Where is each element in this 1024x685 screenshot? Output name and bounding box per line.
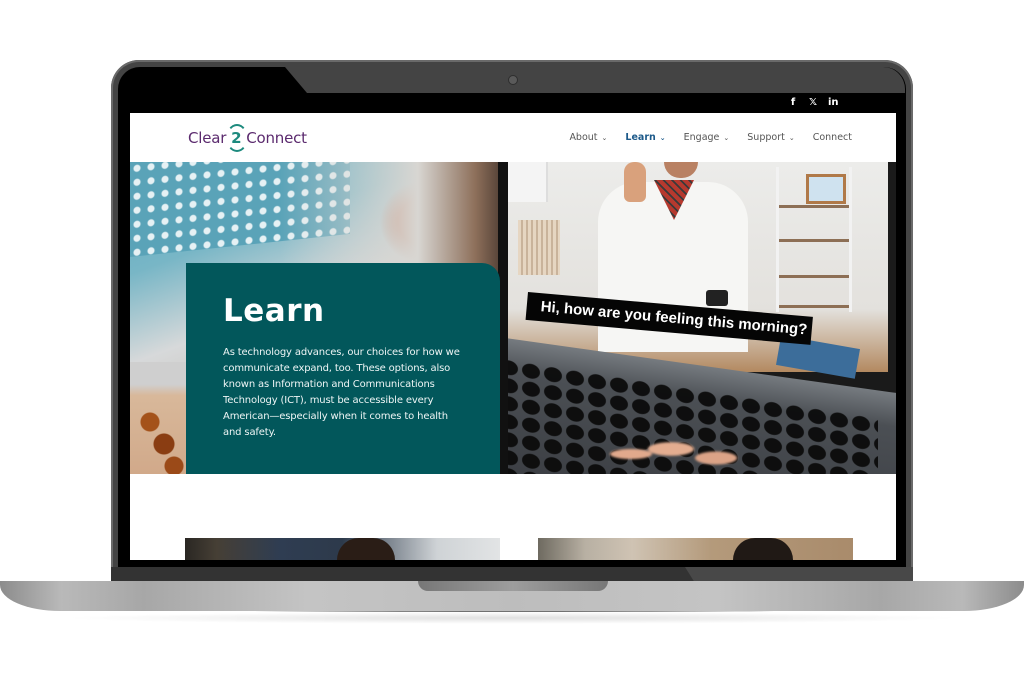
site-header: Clear 2 Connect About ⌄ Learn ⌄ Engage ⌄… bbox=[130, 113, 896, 162]
nav-label: Engage bbox=[683, 132, 720, 143]
social-topbar: f 𝕏 in bbox=[130, 93, 896, 113]
webcam-icon bbox=[508, 75, 518, 85]
facebook-icon[interactable]: f bbox=[788, 98, 798, 108]
wristwatch bbox=[706, 290, 728, 306]
article-thumbnail[interactable] bbox=[538, 538, 853, 560]
chevron-down-icon: ⌄ bbox=[723, 133, 730, 142]
nav-label: Connect bbox=[812, 132, 852, 143]
intro-paragraph: As technology advances, our choices for … bbox=[223, 347, 460, 438]
nav-item-about[interactable]: About ⌄ bbox=[569, 132, 607, 143]
telehealth-photo: Hi, how are you feeling this morning? bbox=[498, 162, 896, 474]
doctor-face bbox=[664, 162, 698, 178]
radiator bbox=[518, 220, 560, 275]
framed-certificate bbox=[806, 174, 846, 204]
bead-bracelet bbox=[130, 402, 184, 474]
browser-screen: f 𝕏 in Clear 2 Connect About ⌄ Learn ⌄ E… bbox=[130, 93, 896, 560]
logo-text-clear: Clear bbox=[188, 128, 227, 147]
clear2connect-logo[interactable]: Clear 2 Connect bbox=[188, 123, 307, 152]
chevron-down-icon: ⌄ bbox=[788, 133, 795, 142]
learn-intro-card: Learn As technology advances, our choice… bbox=[186, 263, 500, 474]
waving-hand bbox=[624, 162, 646, 202]
nav-item-connect[interactable]: Connect bbox=[813, 132, 852, 143]
laptop-bezel-glare bbox=[285, 67, 905, 93]
nav-label: Support bbox=[747, 132, 785, 143]
chevron-down-icon: ⌄ bbox=[601, 133, 608, 142]
doctor-office-background bbox=[506, 162, 888, 372]
nav-label: Learn bbox=[625, 132, 656, 143]
logo-text-connect: Connect bbox=[246, 128, 307, 147]
logo-two-mark: 2 bbox=[226, 123, 249, 152]
person-photo bbox=[733, 538, 793, 560]
x-twitter-icon[interactable]: 𝕏 bbox=[808, 98, 818, 108]
hero-section: Hi, how are you feeling this morning? Le… bbox=[130, 162, 896, 474]
main-nav: About ⌄ Learn ⌄ Engage ⌄ Support ⌄ Conne… bbox=[551, 132, 852, 143]
nav-label: About bbox=[569, 132, 598, 143]
window bbox=[506, 162, 548, 202]
nav-item-learn[interactable]: Learn ⌄ bbox=[625, 132, 665, 143]
nav-item-support[interactable]: Support ⌄ bbox=[747, 132, 794, 143]
laptop-shadow bbox=[60, 612, 964, 624]
article-thumbnail[interactable] bbox=[185, 538, 500, 560]
typing-hand bbox=[606, 424, 756, 474]
page-title: Learn bbox=[223, 293, 325, 329]
linkedin-icon[interactable]: in bbox=[828, 98, 839, 108]
person-photo bbox=[337, 538, 395, 560]
content-section bbox=[130, 474, 896, 560]
laptop-open-notch bbox=[418, 581, 608, 591]
chevron-down-icon: ⌄ bbox=[659, 133, 666, 142]
nav-item-engage[interactable]: Engage ⌄ bbox=[684, 132, 730, 143]
